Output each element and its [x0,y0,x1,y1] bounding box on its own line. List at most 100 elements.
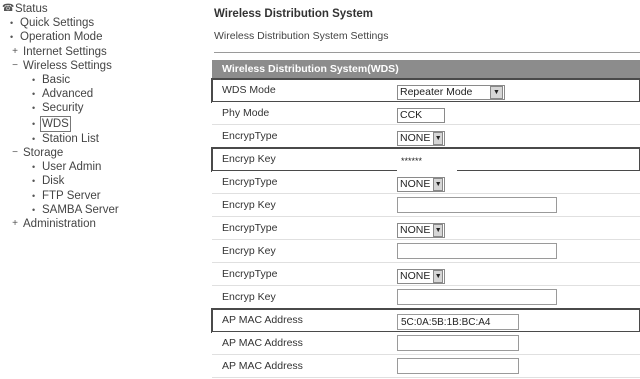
ap-mac-label: AP MAC Address [222,337,303,349]
sidebar-item-ftp-server[interactable]: • FTP Server [0,189,190,203]
form-row-encryp-key-4: Encryp Key [212,286,640,309]
sidebar-item-wireless-settings[interactable]: − Wireless Settings [0,59,190,73]
chevron-down-icon[interactable]: ▼ [490,85,503,99]
select-value: Repeater Mode [400,86,473,98]
sidebar-item-quick-settings[interactable]: • Quick Settings [0,16,190,30]
encryp-type-label: EncrypType [222,222,278,234]
form-row-phy-mode: Phy Mode CCK [212,102,640,125]
encryp-key-input-4[interactable] [397,289,557,305]
sidebar-item-station-list[interactable]: • Station List [0,132,190,146]
form-row-encryp-type-1: EncrypType NONE ▼ [212,125,640,148]
sidebar-item-label: Storage [23,147,64,160]
collapse-minus-icon[interactable]: − [10,59,20,73]
sidebar-item-samba-server[interactable]: • SAMBA Server [0,203,190,217]
encryp-key-label: Encryp Key [222,199,276,211]
bullet-icon: • [32,118,36,129]
sidebar-item-label: Internet Settings [23,45,107,58]
sidebar-item-administration[interactable]: + Administration [0,217,190,231]
sidebar-item-label: WDS [40,115,71,132]
sidebar-item-user-admin[interactable]: • User Admin [0,160,190,174]
sidebar-item-label: Administration [23,218,96,231]
ap-mac-input-3[interactable] [397,358,519,374]
select-value: NONE [400,224,431,236]
ap-mac-input-1[interactable]: 5C:0A:5B:1B:BC:A4 [397,314,519,330]
sidebar-item-basic[interactable]: • Basic [0,73,190,87]
phy-mode-label: Phy Mode [222,107,270,119]
expand-plus-icon[interactable]: + [10,217,20,231]
chevron-down-icon[interactable]: ▼ [433,223,443,237]
ap-mac-input-2[interactable] [397,335,519,351]
encryp-key-label: Encryp Key [222,291,276,303]
bullet-icon: • [32,176,36,187]
form-row-encryp-type-3: EncrypType NONE ▼ [212,217,640,240]
encryp-type-select-4[interactable]: NONE ▼ [397,268,445,284]
sidebar-item-storage[interactable]: − Storage [0,146,190,160]
chevron-down-icon[interactable]: ▼ [433,131,443,145]
form-row-encryp-key-3: Encryp Key [212,240,640,263]
wds-settings-form: WDS Mode Repeater Mode ▼ Phy Mode CCK En… [211,78,640,378]
bullet-icon: • [32,162,36,173]
bullet-icon: • [32,133,36,144]
select-value: NONE [400,178,431,190]
sidebar-item-label: User Admin [42,161,102,174]
encryp-type-label: EncrypType [222,268,278,280]
wds-mode-label: WDS Mode [222,84,276,96]
page-subtitle: Wireless Distribution System Settings [214,30,389,42]
encryp-type-label: EncrypType [222,130,278,142]
sidebar-item-advanced[interactable]: • Advanced [0,87,190,101]
sidebar-item-security[interactable]: • Security [0,101,190,115]
sidebar-item-label: Disk [42,175,65,188]
sidebar-item-label: Operation Mode [20,31,103,44]
form-row-ap-mac-2: AP MAC Address [212,332,640,355]
chevron-down-icon[interactable]: ▼ [433,177,443,191]
chevron-down-icon[interactable]: ▼ [433,269,443,283]
main-content: Wireless Distribution System Wireless Di… [204,0,640,378]
encryp-type-select-2[interactable]: NONE ▼ [397,176,445,192]
ap-mac-label: AP MAC Address [222,360,303,372]
encryp-type-select-1[interactable]: NONE ▼ [397,130,445,146]
ap-mac-label: AP MAC Address [222,314,303,326]
sidebar-item-label: FTP Server [42,189,101,202]
expand-plus-icon[interactable]: + [10,45,20,59]
sidebar-item-label: Wireless Settings [23,59,112,72]
encryp-key-input-1[interactable]: ****** [397,155,457,171]
encryp-type-select-3[interactable]: NONE ▼ [397,222,445,238]
select-value: NONE [400,270,431,282]
sidebar-nav: ☎ Status • Quick Settings • Operation Mo… [0,2,190,231]
sidebar-item-operation-mode[interactable]: • Operation Mode [0,30,190,44]
page-title: Wireless Distribution System [214,8,374,20]
sidebar-item-label: Basic [42,74,71,87]
bullet-icon: • [32,204,36,215]
bullet-icon: • [32,190,36,201]
form-row-encryp-key-1: Encryp Key ****** [211,147,640,172]
sidebar-item-disk[interactable]: • Disk [0,174,190,188]
select-value: NONE [400,132,431,144]
bullet-icon: • [32,89,36,100]
bullet-icon: • [10,32,14,43]
sidebar-item-label: Security [42,102,84,115]
sidebar-item-internet-settings[interactable]: + Internet Settings [0,45,190,59]
encryp-key-label: Encryp Key [222,245,276,257]
form-row-ap-mac-3: AP MAC Address [212,355,640,378]
sidebar-item-wds[interactable]: • WDS [0,115,190,132]
encryp-type-label: EncrypType [222,176,278,188]
sidebar-item-label: Advanced [42,88,94,101]
sidebar-item-label: SAMBA Server [42,203,119,216]
collapse-minus-icon[interactable]: − [10,146,20,160]
divider [214,52,640,53]
sidebar-item-label: Quick Settings [20,17,95,30]
encryp-key-input-3[interactable] [397,243,557,259]
wds-mode-select[interactable]: Repeater Mode ▼ [397,84,505,100]
form-row-encryp-key-2: Encryp Key [212,194,640,217]
encryp-key-input-2[interactable] [397,197,557,213]
form-row-encryp-type-2: EncrypType NONE ▼ [212,171,640,194]
bullet-icon: • [10,18,14,29]
form-row-encryp-type-4: EncrypType NONE ▼ [212,263,640,286]
phy-mode-select[interactable]: CCK [397,107,445,123]
sidebar-item-label: Status [15,3,48,15]
form-row-wds-mode: WDS Mode Repeater Mode ▼ [211,78,640,103]
bullet-icon: • [32,75,36,86]
sidebar-item-status[interactable]: ☎ Status [0,2,190,16]
section-header-wds: Wireless Distribution System(WDS) [212,60,640,78]
form-row-ap-mac-1: AP MAC Address 5C:0A:5B:1B:BC:A4 [211,308,640,333]
